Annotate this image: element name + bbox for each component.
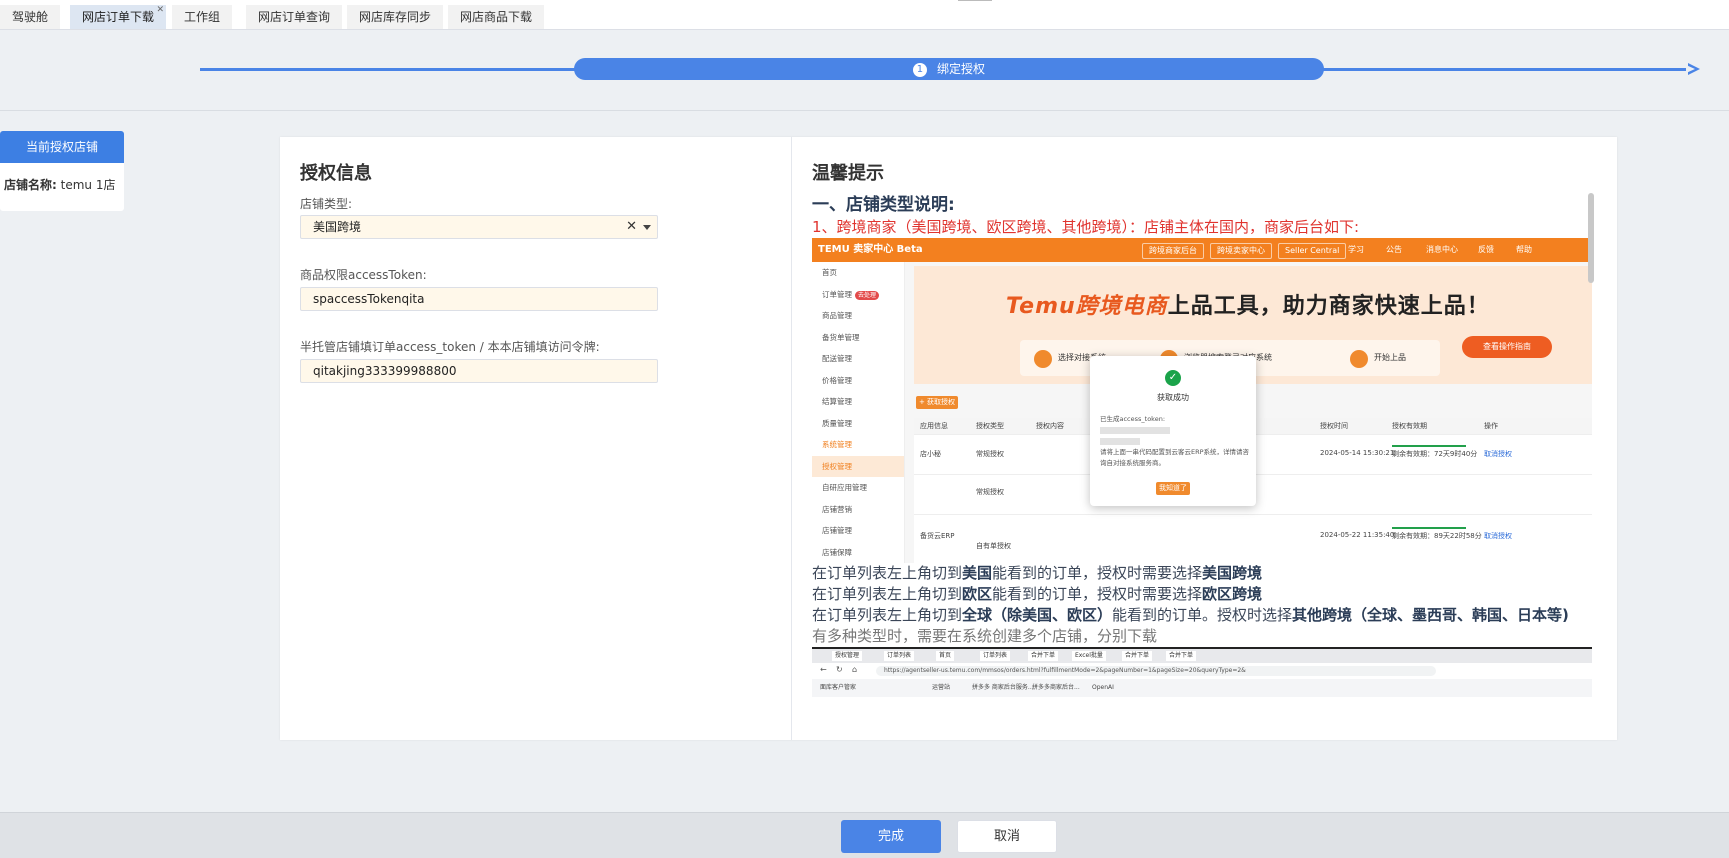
chevron-down-icon[interactable]	[643, 225, 651, 230]
backend-nav: 学习	[1348, 245, 1364, 254]
merchant-backend-screenshot: TEMU 卖家中心 Beta 跨境商家后台 跨境卖家中心 Seller Cent…	[812, 238, 1592, 563]
home-icon: ⌂	[852, 665, 858, 674]
tab-order-download[interactable]: 网店订单下载 ✕	[70, 5, 166, 29]
step-number: 1	[912, 63, 927, 77]
browser-screenshot: 授权管理 订单列表 首页 订单列表 合并下单 Excel批量 合并下单 合并下单…	[812, 647, 1592, 697]
tips-red-line: 1、跨境商家（美国跨境、欧区跨境、其他跨境）：店铺主体在国内，商家后台如下:	[812, 218, 1360, 236]
banner-guide-button: 查看操作指南	[1462, 336, 1552, 358]
backend-table-row: 备货云ERP 自有单授权 2024-05-22 11:35:40 剩余有效期：8…	[914, 514, 1592, 563]
column-divider	[791, 137, 792, 740]
backend-menu-item: 价格管理	[822, 375, 852, 385]
tips-gray-line: 有多种类型时，需要在系统创建多个店铺，分别下载	[812, 627, 1158, 645]
order-token-input[interactable]: qitakjing333399988800	[300, 359, 658, 383]
tab-bar: 驾驶舱 网店订单下载 ✕ 工作组 网店订单查询 网店库存同步 网店商品下载	[0, 0, 1729, 30]
step-label: 绑定授权	[936, 62, 985, 76]
stepper: 1 绑定授权	[0, 30, 1729, 111]
backend-menu-item: 店铺保障	[822, 547, 852, 557]
backend-menu-item: 店铺营销	[822, 504, 852, 514]
backend-nav: 反馈	[1478, 245, 1494, 254]
tips-line-us: 在订单列表左上角切到美国能看到的订单，授权时需要选择美国跨境	[812, 564, 1263, 582]
tab-product-download[interactable]: 网店商品下载	[448, 5, 545, 29]
tips-title: 温馨提示	[812, 163, 884, 184]
step-icon	[1350, 350, 1368, 368]
clear-icon[interactable]: ✕	[626, 216, 637, 238]
backend-menu-item: 系统管理	[822, 440, 852, 449]
tab-stock-sync[interactable]: 网店库存同步	[347, 5, 444, 29]
backend-menu-item: 自研应用管理	[822, 483, 867, 492]
backend-badge: 去处理	[855, 290, 880, 300]
store-info-card: 店铺名称: temu 1店	[0, 163, 124, 211]
access-token-input[interactable]: spaccessTokenqita	[300, 287, 658, 311]
browser-url: https://agentseller-us.temu.com/mmsos/or…	[876, 666, 1436, 676]
tab-workgroup[interactable]: 工作组	[172, 5, 233, 29]
order-token-label: 半托管店铺填订单access_token / 本本店铺填访问令牌:	[300, 340, 600, 354]
backend-nav: 公告	[1386, 245, 1402, 254]
store-name-key: 店铺名称:	[4, 178, 57, 192]
step-icon	[1034, 350, 1052, 368]
token-label: 商品权限accessToken:	[300, 268, 427, 282]
backend-menu-item: 备货单管理	[822, 332, 860, 342]
get-auth-button: + 获取授权	[916, 396, 958, 409]
close-icon[interactable]: ✕	[156, 0, 164, 22]
backend-brand: TEMU 卖家中心 Beta	[818, 244, 923, 255]
backend-pill: Seller Central	[1278, 243, 1347, 259]
back-icon: ←	[820, 665, 827, 674]
browser-bookmarks: 面库客户管家 运营站 拼多多 商家后台服务... 拼多多商家后台... Open…	[820, 684, 1114, 691]
backend-menu-item: 首页	[822, 268, 837, 277]
backend-pill: 跨境商家后台	[1142, 243, 1204, 259]
check-icon: ✓	[1165, 370, 1181, 386]
tips-line-eu: 在订单列表左上角切到欧区能看到的订单，授权时需要选择欧区跨境	[812, 585, 1263, 603]
tips-line-global: 在订单列表左上角切到全球（除美国、欧区）能看到的订单。授权时选择其他跨境（全球、…	[812, 606, 1569, 624]
store-type-value: 美国跨境	[313, 220, 362, 234]
store-name-value: temu 1店	[60, 178, 116, 192]
browser-tabs: 授权管理 订单列表 首页 订单列表 合并下单 Excel批量 合并下单 合并下单	[812, 647, 1592, 663]
window-notch	[958, 0, 992, 1]
tab-order-query[interactable]: 网店订单查询	[246, 5, 343, 29]
backend-nav: 帮助	[1516, 245, 1532, 254]
store-type-label: 店铺类型:	[300, 197, 353, 211]
backend-menu-item: 订单管理 去处理	[812, 284, 904, 306]
auth-title: 授权信息	[300, 163, 372, 184]
backend-sidebar: 首页 订单管理 去处理 商品管理 备货单管理 配送管理 价格管理 结算管理 质量管…	[812, 262, 905, 563]
modal-title: 获取成功	[1157, 393, 1189, 402]
backend-menu-item: 质量管理	[822, 418, 852, 428]
cancel-button[interactable]: 取消	[957, 820, 1057, 853]
step-current: 1 绑定授权	[574, 58, 1324, 80]
footer-bar: 完成 取消	[0, 812, 1729, 858]
tips-scrollbar[interactable]	[1588, 193, 1594, 283]
backend-nav: 消息中心	[1426, 245, 1458, 254]
auth-card: 授权信息 店铺类型: 美国跨境 ✕ 商品权限accessToken: spacc…	[280, 137, 1617, 740]
banner-title: Temu跨境电商上品工具，助力商家快速上品！	[1006, 294, 1490, 319]
backend-pill: 跨境卖家中心	[1210, 243, 1272, 259]
success-modal: ✓ 获取成功 已生成access_token: 请将上面一串代码配置到云客云ER…	[1090, 356, 1256, 506]
banner-step: 开始上品	[1374, 353, 1406, 362]
backend-menu-item: 店铺管理	[822, 526, 852, 535]
backend-topbar: TEMU 卖家中心 Beta 跨境商家后台 跨境卖家中心 Seller Cent…	[812, 238, 1592, 262]
browser-address-bar: ← ↻ ⌂ https://agentseller-us.temu.com/mm…	[812, 663, 1592, 679]
store-type-select[interactable]: 美国跨境 ✕	[300, 215, 658, 239]
backend-menu-item: 商品管理	[822, 311, 852, 320]
tips-content[interactable]: 一、店铺类型说明: 1、跨境商家（美国跨境、欧区跨境、其他跨境）：店铺主体在国内…	[812, 193, 1592, 733]
backend-menu-item: 配送管理	[822, 354, 852, 363]
current-store-button[interactable]: 当前授权店铺	[0, 131, 124, 163]
backend-menu-item: 授权管理	[812, 455, 904, 477]
modal-body: 已生成access_token: 请将上面一串代码配置到云客云ERP系统，详情请…	[1100, 415, 1250, 467]
tab-dashboard[interactable]: 驾驶舱	[0, 5, 61, 29]
tips-heading: 一、店铺类型说明:	[812, 195, 955, 215]
backend-menu-item: 结算管理	[822, 397, 852, 406]
tab-label: 网店订单下载	[82, 10, 155, 24]
finish-button[interactable]: 完成	[841, 820, 941, 853]
modal-ok-button: 我知道了	[1156, 482, 1190, 495]
reload-icon: ↻	[836, 665, 843, 674]
